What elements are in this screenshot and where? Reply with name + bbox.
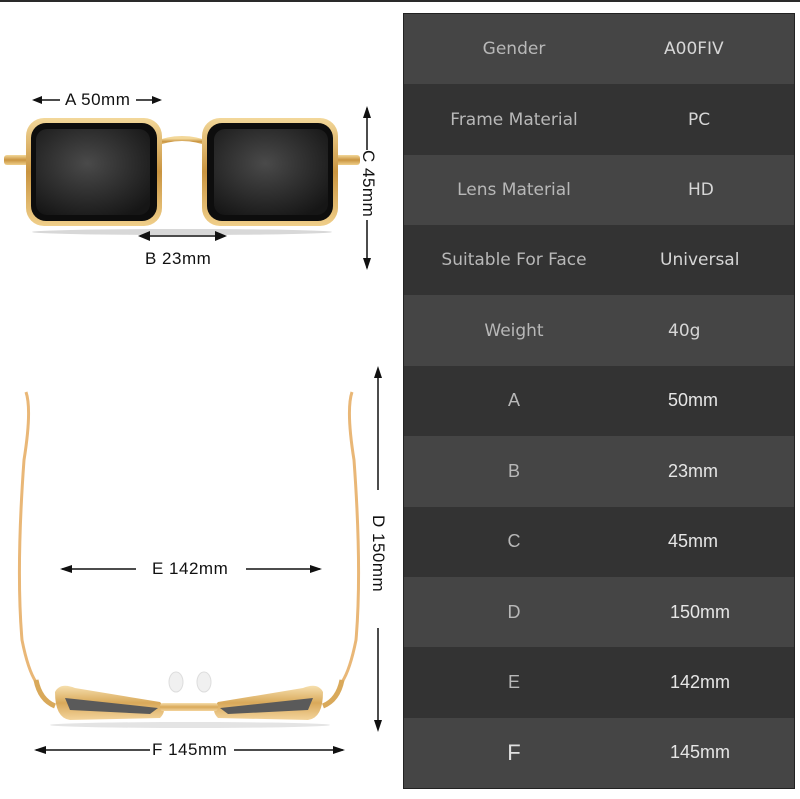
- spec-value: Universal: [660, 250, 740, 271]
- top-bridge: [160, 703, 218, 711]
- spec-row-lens-material: Lens Material HD: [404, 154, 794, 226]
- arrow-c-up: [363, 106, 371, 118]
- arrow-e-left: [60, 565, 72, 573]
- spec-key: D: [507, 601, 521, 622]
- dimension-c-label: C 45mm: [359, 150, 378, 218]
- spec-key: Weight: [484, 320, 544, 341]
- top-shadow: [50, 722, 330, 728]
- front-view-glasses: [4, 96, 371, 270]
- dimension-b-label: B 23mm: [145, 249, 212, 268]
- spec-value: 142mm: [670, 671, 731, 692]
- spec-key: F: [507, 739, 521, 765]
- spec-row-e: E 142mm: [404, 647, 794, 718]
- top-view-glasses: [17, 366, 382, 754]
- spec-key: A: [507, 390, 520, 411]
- product-diagram: A 50mm B 23mm C 45mm E 142mm F 145mm D 1…: [0, 0, 400, 799]
- arrow-c-down: [363, 258, 371, 270]
- spec-value: 150mm: [670, 601, 731, 622]
- spec-row-frame-material: Frame Material PC: [404, 84, 794, 155]
- arrow-d-down: [374, 720, 382, 732]
- spec-row-gender: Gender A00FIV: [404, 14, 794, 85]
- spec-table: Gender A00FIV Frame Material PC Lens Mat…: [403, 13, 795, 789]
- dimension-d-label: D 150mm: [369, 515, 388, 593]
- left-lens: [36, 129, 150, 215]
- dimension-a-label: A 50mm: [65, 90, 131, 109]
- spec-key: Gender: [482, 39, 546, 60]
- arrow-f-left: [34, 746, 46, 754]
- spec-value: PC: [688, 109, 711, 130]
- spec-row-d: D 150mm: [404, 576, 794, 648]
- spec-row-a: A 50mm: [404, 365, 794, 437]
- spec-value: 50mm: [668, 390, 719, 411]
- arrow-f-right: [333, 746, 345, 754]
- spec-value: 23mm: [668, 460, 719, 481]
- spec-value: A00FIV: [664, 39, 724, 60]
- spec-key: C: [507, 531, 521, 552]
- dimension-e-label: E 142mm: [152, 559, 229, 578]
- spec-key: B: [507, 460, 520, 481]
- arrow-e-right: [310, 565, 322, 573]
- dimension-f-label: F 145mm: [152, 740, 228, 759]
- arrow-a-left: [32, 96, 42, 104]
- right-temple: [340, 391, 361, 683]
- spec-row-suitable-face: Suitable For Face Universal: [404, 225, 794, 296]
- left-temple: [17, 391, 38, 683]
- spec-key: Lens Material: [457, 179, 571, 200]
- arrow-a-right: [152, 96, 162, 104]
- spec-value: HD: [688, 179, 714, 200]
- right-lens: [214, 129, 328, 215]
- spec-value: 45mm: [668, 531, 719, 552]
- spec-value: 40g: [668, 320, 701, 341]
- spec-value: 145mm: [670, 742, 731, 763]
- spec-row-f: F 145mm: [404, 717, 794, 788]
- spec-row-weight: Weight 40g: [404, 295, 794, 366]
- spec-key: E: [507, 671, 520, 692]
- spec-key: Frame Material: [450, 109, 578, 130]
- arrow-d-up: [374, 366, 382, 378]
- spec-key: Suitable For Face: [441, 250, 587, 271]
- spec-row-b: B 23mm: [404, 436, 794, 507]
- spec-row-c: C 45mm: [404, 506, 794, 577]
- front-shadow: [32, 229, 332, 235]
